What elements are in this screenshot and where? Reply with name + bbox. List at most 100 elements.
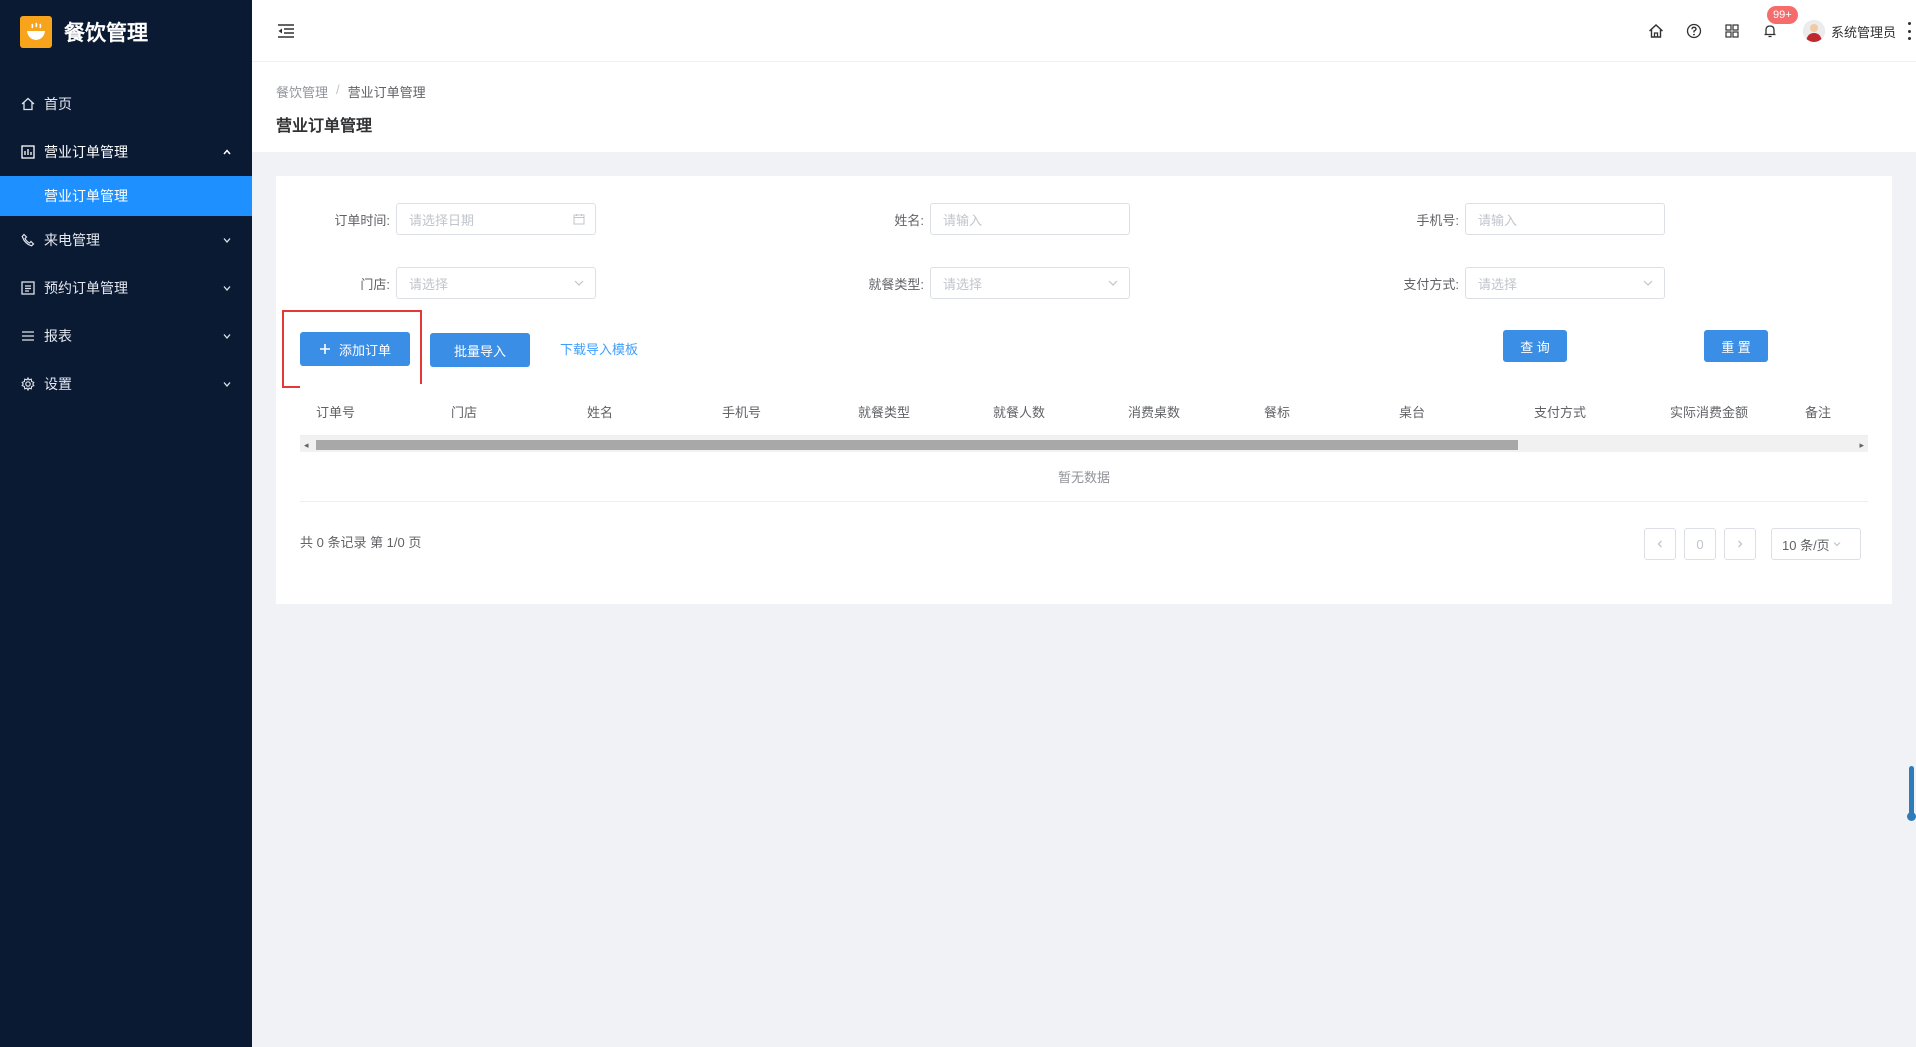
chevron-down-icon xyxy=(1642,277,1654,289)
scroll-right-icon[interactable]: ▸ xyxy=(1859,440,1864,451)
chevron-left-icon xyxy=(1655,539,1665,549)
batch-import-label: 批量导入 xyxy=(453,343,506,359)
header-actions: 99+ 系统管理员 xyxy=(1647,0,1916,62)
more-vertical-icon[interactable] xyxy=(1906,22,1912,40)
help-icon[interactable] xyxy=(1685,22,1703,40)
payment-select[interactable]: 请选择 xyxy=(1465,267,1665,299)
scrollbar-thumb[interactable] xyxy=(316,440,1518,450)
store-select[interactable]: 请选择 xyxy=(396,267,596,299)
breadcrumb-root[interactable]: 餐饮管理 xyxy=(276,82,328,101)
filter-row-2: 门店: 请选择 就餐类型: 请选择 支付方式: 请选择 xyxy=(276,267,1892,299)
phone-field: 手机号: 请输入 xyxy=(1345,203,1665,235)
phone-placeholder: 请输入 xyxy=(1478,212,1518,228)
payment-placeholder: 请选择 xyxy=(1478,276,1518,292)
breadcrumb: 餐饮管理 / 营业订单管理 xyxy=(276,82,426,101)
avatar xyxy=(1802,20,1825,42)
sidebar-item-label: 来电管理 xyxy=(44,232,100,248)
chevron-down-icon xyxy=(1107,277,1119,289)
sidebar-item-home[interactable]: 首页 xyxy=(0,80,252,128)
phone-icon xyxy=(20,232,36,248)
next-page-button[interactable] xyxy=(1724,528,1756,560)
chevron-down-icon xyxy=(222,235,232,245)
query-label: 查 询 xyxy=(1520,339,1550,355)
chevron-down-icon xyxy=(1832,539,1842,549)
dining-type-placeholder: 请选择 xyxy=(943,276,983,292)
sidebar-item-reservations[interactable]: 预约订单管理 xyxy=(0,264,252,312)
breadcrumb-current: 营业订单管理 xyxy=(347,85,426,100)
sidebar: 餐饮管理 首页 营业订单管理 营业订单管理 来电管理 预约订单管理 报表 设置 xyxy=(0,0,252,1047)
column-header: 桌台 xyxy=(1399,405,1426,420)
phone-label: 手机号: xyxy=(1416,212,1459,228)
pagination-summary: 共 0 条记录 第 1/0 页 xyxy=(300,535,422,550)
column-header: 就餐人数 xyxy=(993,405,1046,420)
page-number[interactable]: 0 xyxy=(1684,528,1716,560)
column-header: 订单号 xyxy=(316,405,356,420)
query-button[interactable]: 查 询 xyxy=(1503,330,1567,362)
sidebar-item-label: 设置 xyxy=(44,376,72,392)
sidebar-item-settings[interactable]: 设置 xyxy=(0,360,252,408)
page-size-label: 10 条/页 xyxy=(1782,537,1830,553)
plus-icon xyxy=(319,343,331,355)
breadcrumb-separator: / xyxy=(336,82,340,97)
home-icon[interactable] xyxy=(1647,22,1665,40)
dining-type-select[interactable]: 请选择 xyxy=(930,267,1130,299)
chevron-up-icon xyxy=(222,147,232,157)
add-order-label: 添加订单 xyxy=(338,342,391,358)
chevron-down-icon xyxy=(222,331,232,341)
order-time-label: 订单时间: xyxy=(334,212,390,228)
phone-input[interactable]: 请输入 xyxy=(1465,203,1665,235)
side-menu: 首页 营业订单管理 营业订单管理 来电管理 预约订单管理 报表 设置 xyxy=(0,80,252,408)
page-size-select[interactable]: 10 条/页 xyxy=(1771,528,1861,560)
user-menu[interactable]: 系统管理员 xyxy=(1802,20,1896,42)
page-scrollbar-handle[interactable] xyxy=(1907,812,1916,821)
column-header: 就餐类型 xyxy=(858,405,911,420)
column-header: 实际消费金额 xyxy=(1670,405,1749,420)
column-header: 餐标 xyxy=(1264,405,1291,420)
column-header: 手机号 xyxy=(722,405,762,420)
dining-type-field: 就餐类型: 请选择 xyxy=(810,267,1130,299)
notification-badge: 99+ xyxy=(1766,6,1798,24)
sidebar-item-business-orders[interactable]: 营业订单管理 xyxy=(0,128,252,176)
sidebar-item-reports[interactable]: 报表 xyxy=(0,312,252,360)
order-time-field: 订单时间: 请选择日期 xyxy=(276,203,596,235)
download-template-link[interactable]: 下载导入模板 xyxy=(560,339,638,358)
sidebar-subitem-label: 营业订单管理 xyxy=(44,188,128,204)
add-order-button[interactable]: 添加订单 xyxy=(300,332,410,366)
grid-icon[interactable] xyxy=(1723,22,1741,40)
prev-page-button[interactable] xyxy=(1644,528,1676,560)
column-header: 支付方式 xyxy=(1534,405,1587,420)
sidebar-item-label: 预约订单管理 xyxy=(44,280,128,296)
name-field: 姓名: 请输入 xyxy=(810,203,1130,235)
page-header: 餐饮管理 / 营业订单管理 营业订单管理 xyxy=(252,62,1916,152)
payment-field: 支付方式: 请选择 xyxy=(1345,267,1665,299)
sidebar-item-label: 报表 xyxy=(44,328,72,344)
column-header: 消费桌数 xyxy=(1128,405,1181,420)
column-header: 备注 xyxy=(1805,405,1832,420)
orders-table: 订单号 门店 姓名 手机号 就餐类型 就餐人数 消费桌数 餐标 桌台 支付方式 … xyxy=(300,384,1868,502)
payment-label: 支付方式: xyxy=(1403,276,1459,292)
order-time-placeholder: 请选择日期 xyxy=(409,212,475,228)
username: 系统管理员 xyxy=(1830,24,1896,40)
store-label: 门店: xyxy=(360,276,390,292)
name-label: 姓名: xyxy=(894,212,924,228)
collapse-menu-icon[interactable] xyxy=(276,21,296,41)
sidebar-subitem-business-orders[interactable]: 营业订单管理 xyxy=(0,176,252,216)
current-page: 0 xyxy=(1696,536,1704,552)
name-input[interactable]: 请输入 xyxy=(930,203,1130,235)
order-time-datepicker[interactable]: 请选择日期 xyxy=(396,203,596,235)
app-logo[interactable]: 餐饮管理 xyxy=(20,16,148,48)
column-header: 门店 xyxy=(451,405,478,420)
scroll-left-icon[interactable]: ◂ xyxy=(304,440,309,451)
chevron-down-icon xyxy=(222,283,232,293)
sidebar-item-label: 营业订单管理 xyxy=(44,144,128,160)
store-placeholder: 请选择 xyxy=(409,276,449,292)
horizontal-scrollbar[interactable]: ◂ ▸ xyxy=(300,436,1868,452)
column-header: 姓名 xyxy=(587,405,614,420)
filter-row-1: 订单时间: 请选择日期 姓名: 请输入 手机号: 请输入 xyxy=(276,203,1892,235)
batch-import-button[interactable]: 批量导入 xyxy=(430,333,530,367)
name-placeholder: 请输入 xyxy=(943,212,983,228)
reset-button[interactable]: 重 置 xyxy=(1704,330,1768,362)
bell-icon[interactable]: 99+ xyxy=(1761,6,1798,40)
sidebar-item-calls[interactable]: 来电管理 xyxy=(0,216,252,264)
gear-icon xyxy=(20,376,36,392)
